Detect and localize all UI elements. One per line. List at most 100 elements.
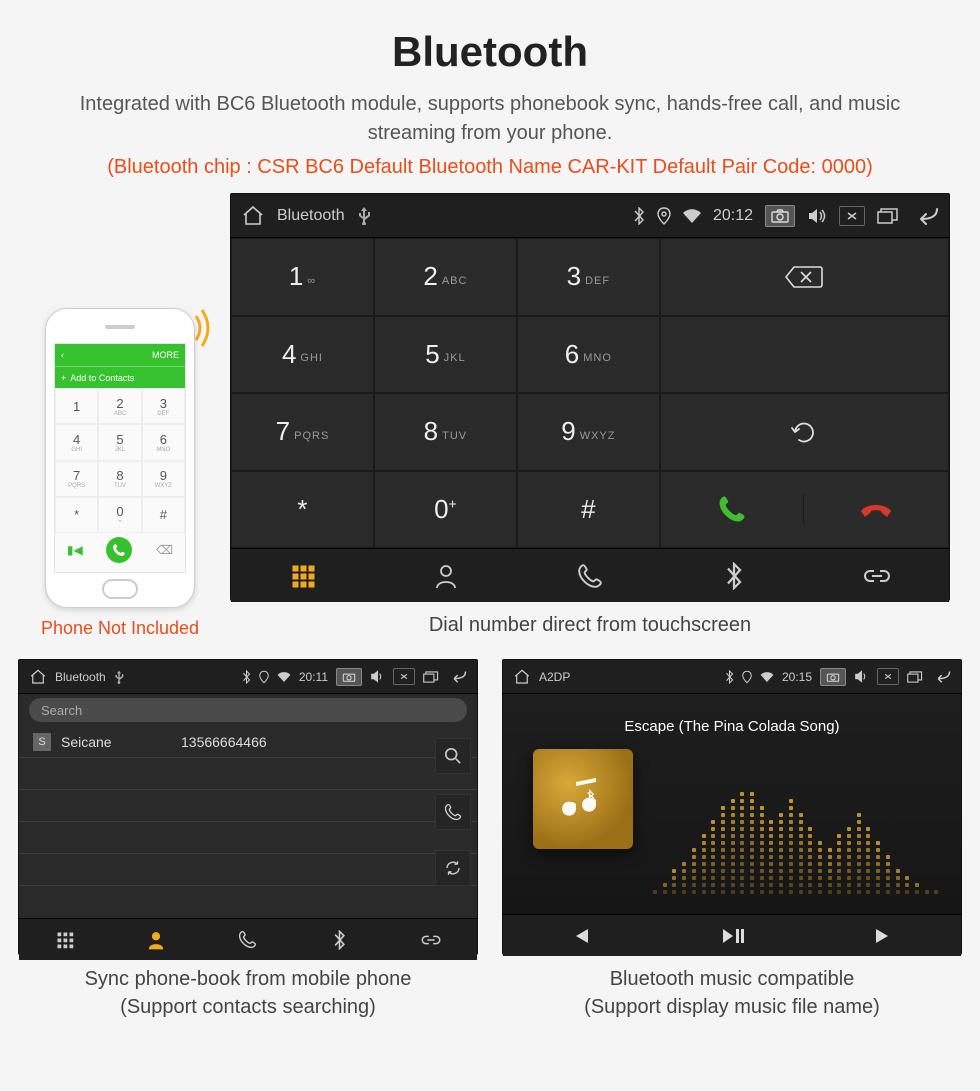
redial-button[interactable] [660, 393, 949, 471]
screenshot-icon[interactable] [765, 205, 795, 227]
headunit-dialer-screen: Bluetooth 20:12 [230, 193, 950, 601]
bluetooth-specs: (Bluetooth chip : CSR BC6 Default Blueto… [10, 156, 970, 193]
phonebook-search-input[interactable]: Search [29, 698, 467, 722]
prev-track-button[interactable] [503, 915, 656, 956]
nav-contacts-button[interactable] [111, 919, 203, 960]
nav-calllog-button[interactable] [202, 919, 294, 960]
statusbar-clock: 20:11 [299, 670, 328, 684]
statusbar-clock: 20:12 [713, 207, 753, 225]
dial-key-#[interactable]: # [517, 471, 660, 549]
volume-icon[interactable] [807, 207, 827, 225]
dial-key-3[interactable]: 3DEF [517, 238, 660, 316]
empty-cell [660, 316, 949, 394]
close-app-icon[interactable] [839, 206, 865, 226]
phone-call-button [106, 537, 132, 563]
next-track-button[interactable] [808, 915, 961, 956]
phone-device-illustration: ‹ MORE + Add to Contacts 12ABC3DEF4GHI5J… [45, 308, 195, 608]
screenshot-icon[interactable] [820, 668, 846, 686]
phone-key-9: 9WXYZ [142, 461, 185, 497]
bluetooth-status-icon [633, 207, 645, 225]
dial-key-*[interactable]: * [231, 471, 374, 549]
page-title: Bluetooth [10, 0, 970, 90]
hangup-button[interactable] [804, 497, 948, 521]
wifi-status-icon [277, 672, 291, 682]
contact-row[interactable]: S Seicane 13566664466 [19, 726, 477, 758]
recent-apps-icon[interactable] [877, 208, 899, 224]
nav-keypad-button[interactable] [231, 549, 375, 602]
dial-key-2[interactable]: 2ABC [374, 238, 517, 316]
recent-apps-icon[interactable] [907, 671, 923, 683]
phone-key-1: 1 [55, 388, 98, 424]
phone-backspace-icon: ⌫ [156, 543, 173, 557]
side-sync-button[interactable] [435, 850, 471, 886]
phone-key-4: 4GHI [55, 424, 98, 460]
call-button[interactable] [661, 494, 805, 524]
close-app-icon[interactable] [393, 668, 415, 685]
bluetooth-status-icon [242, 670, 251, 684]
statusbar-title: Bluetooth [277, 207, 345, 225]
usb-icon [357, 207, 371, 225]
dial-key-9[interactable]: 9WXYZ [517, 393, 660, 471]
dial-key-8[interactable]: 8TUV [374, 393, 517, 471]
phonebook-caption: Sync phone-book from mobile phone (Suppo… [85, 965, 412, 1021]
home-icon[interactable] [29, 668, 47, 686]
phone-back-label: ‹ [61, 350, 64, 360]
nav-pair-button[interactable] [805, 549, 949, 602]
side-call-button[interactable] [435, 794, 471, 830]
nav-pair-button[interactable] [385, 919, 477, 960]
side-search-button[interactable] [435, 738, 471, 774]
recent-apps-icon[interactable] [423, 671, 439, 683]
dial-key-6[interactable]: 6MNO [517, 316, 660, 394]
wifi-status-icon [683, 209, 701, 223]
phone-video-icon: ▮◀ [67, 543, 83, 557]
contact-name: Seicane [61, 734, 171, 750]
phone-key-8: 8TUV [98, 461, 141, 497]
dial-key-4[interactable]: 4GHI [231, 316, 374, 394]
headunit-phonebook-screen: Bluetooth 20:11 [18, 659, 478, 955]
nav-bluetooth-button[interactable] [294, 919, 386, 960]
statusbar-title: A2DP [539, 670, 570, 684]
nav-keypad-button[interactable] [19, 919, 111, 960]
usb-icon [114, 670, 124, 684]
home-icon[interactable] [513, 668, 531, 686]
phone-key-6: 6MNO [142, 424, 185, 460]
bluetooth-status-icon [725, 670, 734, 684]
phone-key-2: 2ABC [98, 388, 141, 424]
contact-number: 13566664466 [181, 734, 267, 750]
page-subtitle: Integrated with BC6 Bluetooth module, su… [10, 90, 970, 156]
a2dp-caption: Bluetooth music compatible (Support disp… [584, 965, 880, 1021]
back-icon[interactable] [931, 670, 951, 683]
screenshot-icon[interactable] [336, 668, 362, 686]
nav-contacts-button[interactable] [375, 549, 519, 602]
equalizer-visualizer [653, 754, 941, 894]
play-pause-button[interactable] [656, 915, 809, 956]
back-icon[interactable] [447, 670, 467, 683]
home-icon[interactable] [241, 204, 265, 228]
nav-calllog-button[interactable] [518, 549, 662, 602]
phone-key-7: 7PQRS [55, 461, 98, 497]
dialer-caption: Dial number direct from touchscreen [230, 611, 950, 639]
volume-icon[interactable] [370, 670, 385, 683]
headunit-a2dp-screen: A2DP 20:15 Escape (The [502, 659, 962, 955]
gps-status-icon [657, 207, 671, 225]
backspace-button[interactable] [660, 238, 949, 316]
dial-key-7[interactable]: 7PQRS [231, 393, 374, 471]
phone-add-contacts-label: Add to Contacts [70, 373, 134, 383]
a2dp-track-title: Escape (The Pina Colada Song) [503, 718, 961, 735]
wifi-status-icon [760, 672, 774, 682]
phone-key-#: # [142, 497, 185, 533]
gps-status-icon [742, 670, 752, 684]
statusbar-clock: 20:15 [782, 670, 812, 684]
dial-key-5[interactable]: 5JKL [374, 316, 517, 394]
contact-letter-badge: S [33, 733, 51, 751]
search-placeholder: Search [41, 703, 82, 718]
dial-key-0[interactable]: 0+ [374, 471, 517, 549]
volume-icon[interactable] [854, 670, 869, 683]
nav-bluetooth-button[interactable] [662, 549, 806, 602]
gps-status-icon [259, 670, 269, 684]
back-icon[interactable] [911, 207, 939, 225]
close-app-icon[interactable] [877, 668, 899, 685]
dial-key-1[interactable]: 1∞ [231, 238, 374, 316]
album-art-icon [533, 749, 633, 849]
phone-key-0: 0+ [98, 497, 141, 533]
